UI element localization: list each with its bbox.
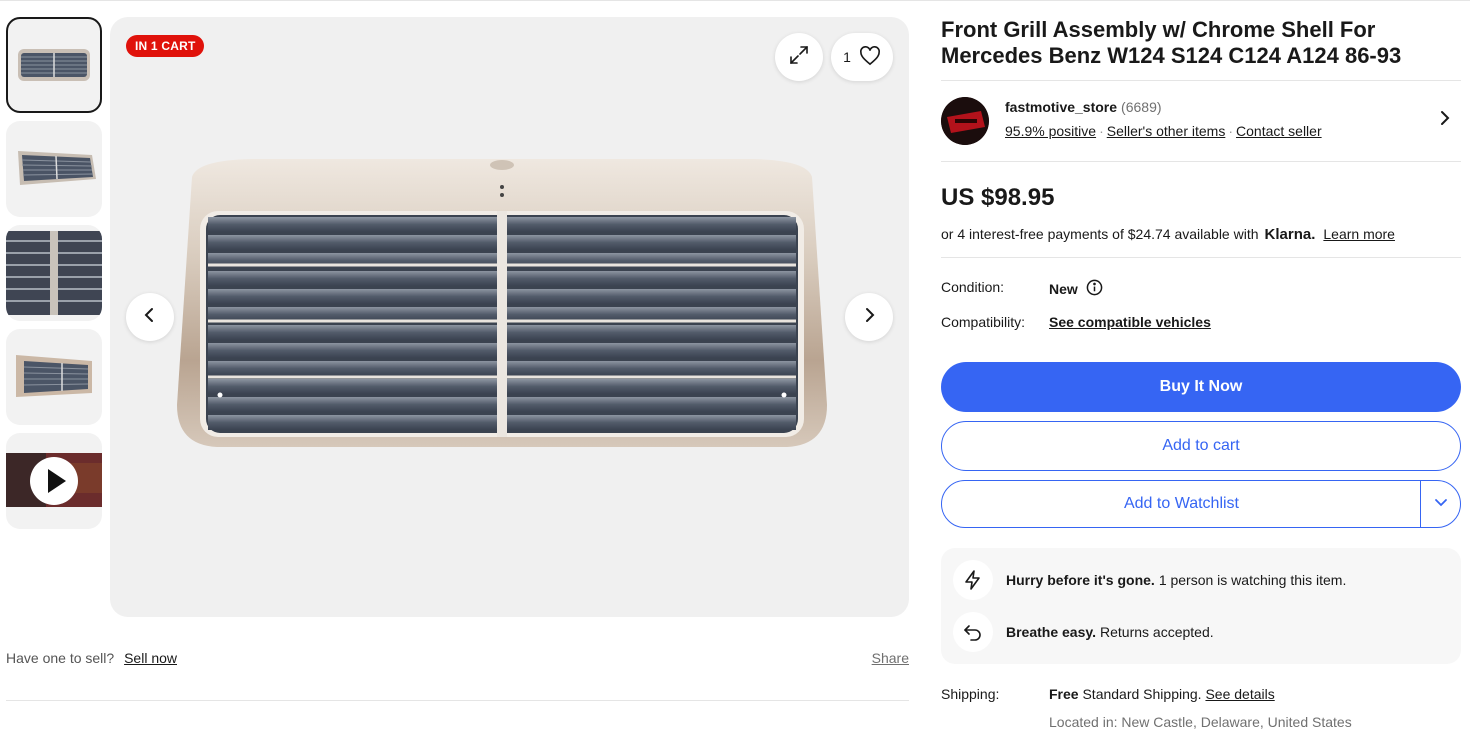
breathe-text: Returns accepted. (1100, 624, 1214, 640)
hurry-text: 1 person is watching this item. (1158, 572, 1347, 588)
chevron-down-icon (1433, 494, 1449, 515)
chevron-right-icon (859, 305, 879, 330)
seller-other-items-link[interactable]: Seller's other items (1107, 123, 1226, 139)
compatibility-label: Compatibility: (941, 314, 1026, 330)
left-divider (6, 700, 909, 701)
breathe-bold: Breathe easy. (1006, 624, 1097, 640)
watchlist-dropdown-button[interactable] (1420, 481, 1460, 527)
seller-name[interactable]: fastmotive_store (1005, 99, 1117, 115)
buy-it-now-button[interactable]: Buy It Now (941, 362, 1461, 412)
thumbnail-4[interactable] (6, 329, 102, 425)
lightning-icon (953, 560, 993, 600)
shipping-method: Standard Shipping. (1082, 686, 1202, 702)
price: US $98.95 (941, 184, 1055, 211)
thumbnail-2[interactable] (6, 121, 102, 217)
separator-dot: · (1099, 123, 1104, 139)
top-divider (0, 0, 1470, 1)
learn-more-link[interactable]: Learn more (1323, 226, 1395, 242)
returns-signal: Breathe easy. Returns accepted. (953, 612, 1214, 652)
hurry-bold: Hurry before it's gone. (1006, 572, 1155, 588)
main-product-image[interactable]: IN 1 CART 1 (110, 17, 909, 617)
seller-positive-link[interactable]: 95.9% positive (1005, 123, 1096, 139)
add-to-cart-button[interactable]: Add to cart (941, 421, 1461, 471)
item-location: Located in: New Castle, Delaware, United… (1049, 714, 1352, 730)
return-arrow-icon (953, 612, 993, 652)
watch-heart-button[interactable]: 1 (831, 33, 893, 81)
previous-image-button[interactable] (126, 293, 174, 341)
see-details-link[interactable]: See details (1205, 686, 1274, 702)
share-link[interactable]: Share (872, 650, 909, 666)
expand-button[interactable] (775, 33, 823, 81)
grill-product-photo (177, 159, 827, 447)
sell-prompt: Have one to sell? (6, 650, 115, 666)
thumbnail-video[interactable] (6, 433, 102, 529)
klarna-logo: Klarna. (1264, 226, 1316, 243)
sell-now-link[interactable]: Sell now (124, 650, 177, 666)
next-image-button[interactable] (845, 293, 893, 341)
purchase-signals: Hurry before it's gone. 1 person is watc… (941, 548, 1461, 664)
see-compatible-vehicles-link[interactable]: See compatible vehicles (1049, 314, 1211, 330)
in-cart-badge: IN 1 CART (126, 35, 205, 57)
below-image-bar: Have one to sell? Sell now Share (6, 650, 909, 666)
divider (941, 161, 1461, 162)
info-icon[interactable] (1086, 279, 1103, 299)
condition-label: Condition: (941, 279, 1005, 295)
seller-avatar[interactable] (941, 97, 989, 145)
thumbnail-3[interactable] (6, 225, 102, 321)
klarna-text: or 4 interest-free payments of $24.74 av… (941, 226, 1259, 242)
heart-icon (859, 45, 881, 69)
listing-details: Front Grill Assembly w/ Chrome Shell For… (941, 17, 1461, 349)
condition-row: Condition: New (941, 279, 1461, 314)
chevron-right-icon[interactable] (1435, 109, 1453, 132)
seller-card[interactable]: fastmotive_store (6689) 95.9% positive · Se… (941, 81, 1461, 161)
separator-dot: · (1228, 123, 1234, 139)
watch-count: 1 (843, 49, 851, 65)
shipping-free: Free (1049, 686, 1079, 702)
contact-seller-link[interactable]: Contact seller (1236, 123, 1322, 139)
chevron-left-icon (140, 305, 160, 330)
listing-title: Front Grill Assembly w/ Chrome Shell For… (941, 17, 1402, 68)
watchlist-control: Add to Watchlist (941, 480, 1461, 528)
thumbnail-1[interactable] (6, 17, 102, 113)
shipping-label: Shipping: (941, 686, 1000, 702)
condition-value: New (1049, 281, 1078, 297)
seller-feedback-count: (6689) (1121, 99, 1162, 115)
expand-icon (787, 43, 811, 72)
compatibility-row: Compatibility: See compatible vehicles (941, 314, 1461, 349)
hurry-signal: Hurry before it's gone. 1 person is watc… (953, 560, 1346, 600)
klarna-offer: or 4 interest-free payments of $24.74 av… (941, 226, 1461, 243)
add-to-watchlist-button[interactable]: Add to Watchlist (942, 481, 1421, 527)
divider (941, 257, 1461, 258)
